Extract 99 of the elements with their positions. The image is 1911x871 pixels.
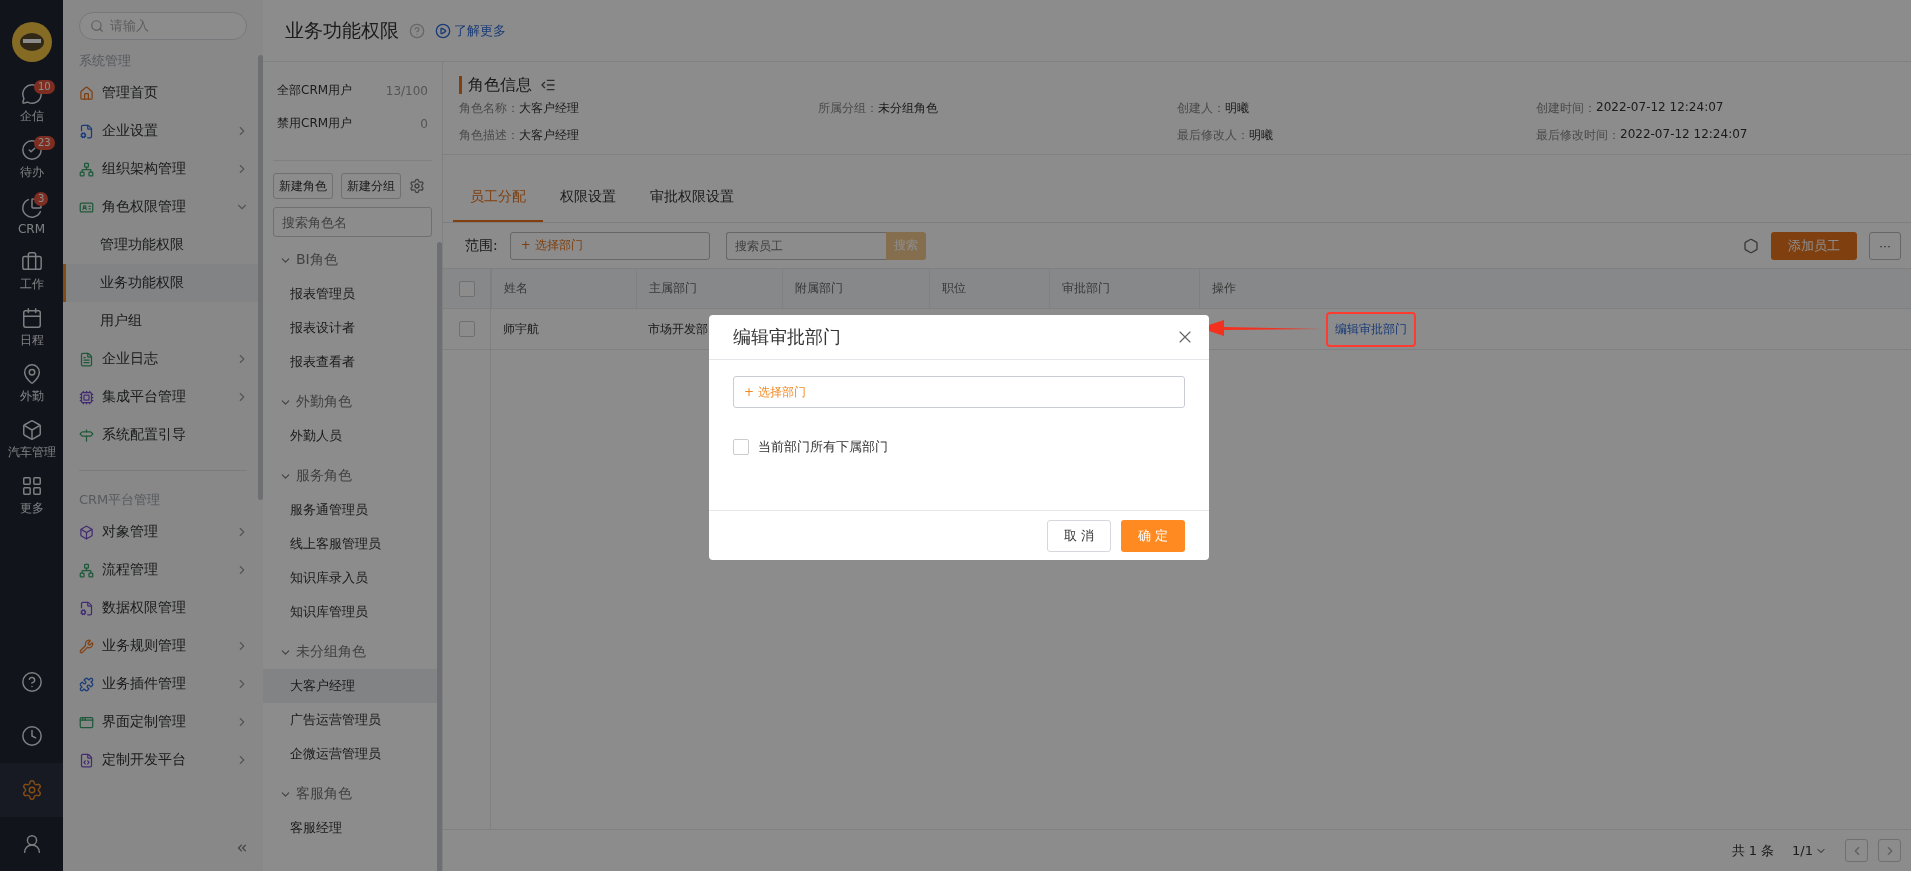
role-group[interactable]: 未分组角色 (273, 635, 432, 669)
new-button[interactable]: 新建角色 (273, 173, 333, 199)
rail-item[interactable]: 外勤 (0, 356, 63, 412)
dialog-title: 编辑审批部门 (733, 325, 841, 349)
user-count-row[interactable]: 全部CRM用户 13/100 (273, 74, 432, 107)
hierarchy-icon (79, 562, 94, 578)
checkbox[interactable] (458, 321, 475, 337)
menu-item[interactable]: 业务插件管理 (63, 665, 263, 703)
tab[interactable]: 权限设置 (543, 188, 633, 222)
info-value: 2022-07-12 12:24:07 (1620, 127, 1748, 143)
column-header: 审批部门 (1049, 269, 1199, 308)
user-count-row[interactable]: 禁用CRM用户 0 (273, 107, 432, 140)
help-icon (20, 671, 43, 693)
column-header: 职位 (929, 269, 1049, 308)
grid-icon (20, 475, 43, 497)
info-label: 角色名称： (459, 100, 519, 117)
signpost-icon (79, 427, 94, 443)
count-badge: 3 (34, 192, 49, 206)
page-title: 业务功能权限 (285, 17, 399, 43)
house-icon (79, 85, 94, 101)
cube-icon (79, 524, 94, 540)
column-header: 主属部门 (636, 269, 782, 308)
rail-item[interactable]: 日程 (0, 300, 63, 356)
table-cell: 市场开发部 (648, 320, 708, 338)
wrench-icon (79, 638, 94, 654)
info-value: 大客户经理 (519, 100, 579, 117)
info-label: 最后修改时间： (1536, 127, 1620, 144)
puzzle-icon (79, 676, 94, 692)
cube-icon (20, 419, 43, 441)
menu-item[interactable]: 定制开发平台 (63, 741, 263, 779)
info-label: 创建时间： (1536, 100, 1596, 117)
clock-icon (20, 725, 43, 747)
total-count: 共 1 条 (1731, 841, 1775, 860)
play-icon (435, 22, 451, 39)
chip-icon (79, 389, 94, 405)
info-value: 未分组角色 (878, 100, 938, 117)
role-group[interactable]: 外勤角色 (273, 385, 432, 419)
cancel-button[interactable]: 取 消 (1047, 519, 1111, 552)
role-group[interactable]: 服务角色 (273, 459, 432, 493)
rail-item[interactable]: 工作 (0, 244, 63, 300)
action-link[interactable]: 编辑审批部门 (1335, 320, 1407, 338)
menu-item[interactable]: 业务规则管理 (63, 627, 263, 665)
checkbox-label: 当前部门所有下属部门 (758, 438, 888, 456)
info-value: 明曦 (1249, 127, 1273, 144)
rail-item[interactable]: 更多 (0, 468, 63, 524)
next-page-button[interactable] (1878, 839, 1901, 862)
add-employee-button[interactable]: 添加员工 (1771, 231, 1857, 260)
tab[interactable]: 审批权限设置 (633, 188, 751, 222)
menu-item[interactable]: 对象管理 (63, 513, 263, 551)
document-icon (79, 351, 94, 367)
page-select[interactable]: 1/1 (1792, 843, 1827, 858)
department-picker[interactable]: + 选择部门 (733, 376, 1185, 408)
info-value: 明曦 (1225, 100, 1249, 117)
info-label: 角色描述： (459, 127, 519, 144)
role-group[interactable]: BI角色 (273, 243, 432, 277)
document-icon (79, 600, 94, 616)
collapse-icon[interactable] (540, 77, 556, 93)
learn-more-link[interactable]: 了解更多 (435, 21, 506, 40)
more-button[interactable]: ··· (1869, 231, 1901, 260)
search-icon (90, 19, 104, 33)
calendar-icon (20, 307, 43, 329)
code-file-icon (79, 752, 94, 768)
column-header: 操作 (1199, 269, 1911, 308)
section-title: 角色信息 (459, 76, 532, 94)
info-value: 大客户经理 (519, 127, 579, 144)
menu-item[interactable]: 数据权限管理 (63, 589, 263, 627)
info-label: 所属分组： (818, 100, 878, 117)
menu-item[interactable]: 流程管理 (63, 551, 263, 589)
info-label: 最后修改人： (1177, 127, 1249, 144)
column-header: 附属部门 (782, 269, 929, 308)
rail-item[interactable]: 汽车管理 (0, 412, 63, 468)
briefcase-icon (20, 251, 43, 273)
id-card-icon (79, 199, 94, 215)
avatar (11, 22, 52, 62)
new-button[interactable]: 新建分组 (341, 173, 401, 199)
window-icon (79, 714, 94, 730)
search-field[interactable]: 搜索角色名 (273, 207, 432, 237)
rail-item[interactable]: 待办 23 (0, 132, 63, 188)
hierarchy-icon (79, 161, 94, 177)
pie-chart-icon (20, 196, 43, 219)
previous-page-button[interactable] (1845, 839, 1868, 862)
search-field[interactable]: 搜索员工 (725, 231, 886, 260)
help-icon (409, 22, 425, 39)
count-badge: 10 (34, 80, 55, 94)
rail-item[interactable]: CRM 3 (0, 188, 63, 244)
table-cell: 师宇航 (503, 320, 539, 338)
count-badge: 23 (34, 136, 55, 150)
checkbox[interactable] (458, 280, 475, 297)
rail-button[interactable] (0, 763, 63, 817)
document-icon (79, 123, 94, 139)
info-value: 2022-07-12 12:24:07 (1596, 100, 1724, 116)
collapse-icon (235, 841, 249, 855)
scope-label: 范围: (465, 236, 498, 255)
rail-item[interactable]: 企信 10 (0, 76, 63, 132)
menu-item[interactable]: 界面定制管理 (63, 703, 263, 741)
info-label: 创建人： (1177, 100, 1225, 117)
role-group[interactable]: 客服角色 (273, 777, 432, 811)
column-header: 姓名 (491, 269, 636, 308)
checkbox[interactable] (733, 439, 749, 455)
